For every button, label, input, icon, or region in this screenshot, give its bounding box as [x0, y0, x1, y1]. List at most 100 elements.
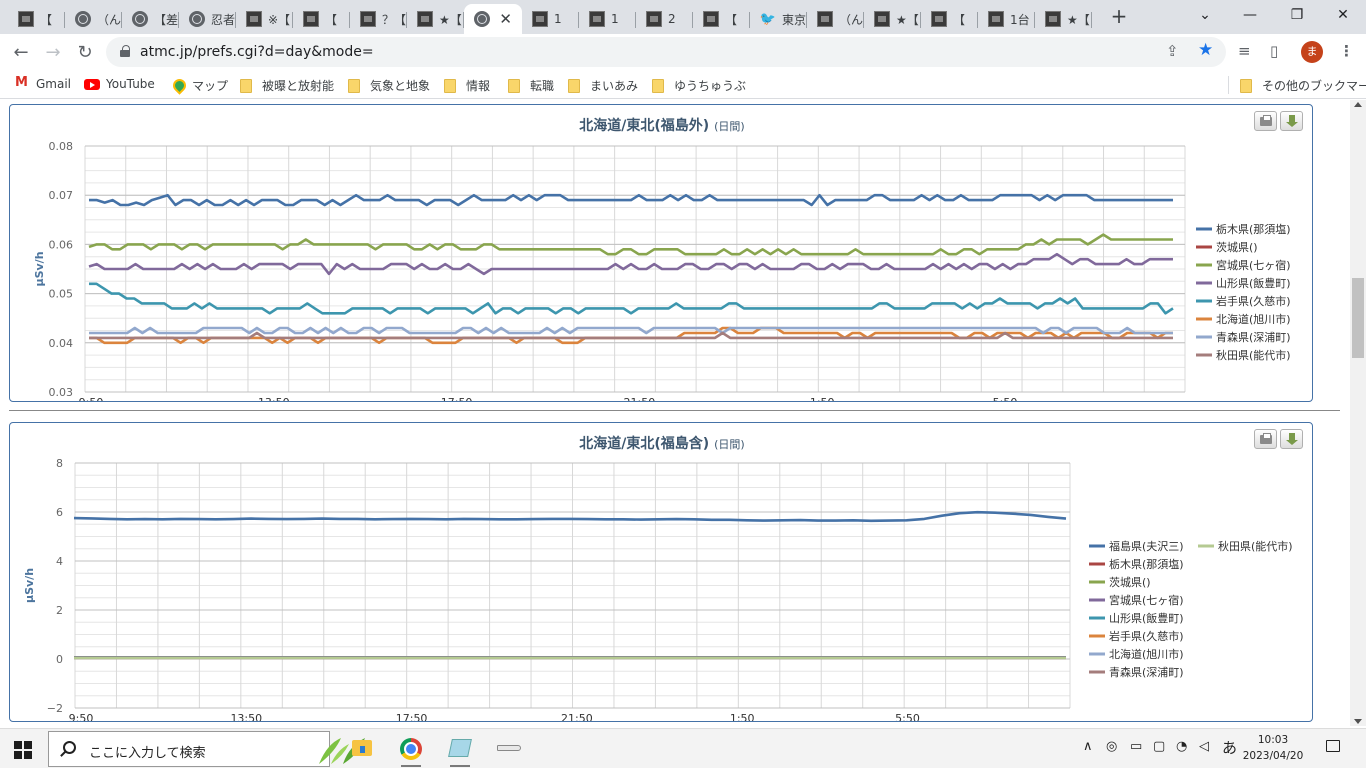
- browser-tab[interactable]: 1: [522, 4, 579, 34]
- tab-separator: [1091, 12, 1092, 28]
- legend-entry: 秋田県(能代市): [1218, 539, 1293, 553]
- bookmark-item[interactable]: 転職: [508, 77, 554, 94]
- bookmark-label: ゆうちゅうぶ: [674, 79, 747, 93]
- browser-tab[interactable]: 【: [293, 4, 350, 34]
- close-window-button[interactable]: ✕: [1328, 4, 1358, 28]
- scroll-up-icon[interactable]: [1354, 102, 1362, 107]
- tray-battery-icon[interactable]: ▭: [1130, 739, 1142, 754]
- browser-tab[interactable]: ★【: [1035, 4, 1092, 34]
- bookmark-item[interactable]: 気象と地象: [348, 77, 430, 94]
- bookmark-label: マップ: [192, 79, 229, 93]
- page-scrollbar[interactable]: [1350, 100, 1366, 726]
- windows-start-icon[interactable]: [14, 741, 32, 759]
- browser-tab[interactable]: 忍者: [179, 4, 236, 34]
- site-favicon: [246, 11, 262, 27]
- notes-app-icon: [448, 739, 472, 757]
- legend-entry: 北海道(旭川市): [1216, 312, 1291, 326]
- taskbar-plane-app[interactable]: [489, 733, 529, 767]
- browser-tab[interactable]: 【: [921, 4, 978, 34]
- browser-tab[interactable]: （ん: [65, 4, 122, 34]
- y-tick-label: 0.06: [49, 238, 74, 251]
- bookmark-item[interactable]: YouTube: [84, 77, 155, 91]
- address-bar[interactable]: atmc.jp/prefs.cgi?d=day&mode= ⇪ ★: [106, 37, 1226, 67]
- site-favicon: [589, 11, 605, 27]
- reading-list-icon[interactable]: ≡: [1238, 42, 1251, 60]
- share-icon[interactable]: ⇪: [1166, 42, 1179, 60]
- chart-panel-fukushima-included: 北海道/東北(福島含) (日間) −2 0 2 4 6 8 9:50 13:50 17:50 21…: [9, 422, 1313, 722]
- bookmark-star-icon[interactable]: ★: [1198, 40, 1213, 60]
- browser-tab[interactable]: 【差: [122, 4, 179, 34]
- other-bookmarks[interactable]: その他のブックマーク: [1240, 77, 1366, 94]
- scroll-down-icon[interactable]: [1354, 719, 1362, 724]
- tray-display-icon[interactable]: ▢: [1153, 739, 1165, 754]
- y-tick-label: 0.03: [49, 386, 74, 399]
- folder-icon: [444, 78, 456, 93]
- notification-center-icon[interactable]: [1326, 740, 1340, 752]
- browser-tab[interactable]: ※【: [236, 4, 293, 34]
- close-tab-icon[interactable]: ✕: [499, 10, 512, 28]
- chart-fukushima-included: −2 0 2 4 6 8 9:50 13:50 17:50 21:50 1:50 5:50 μSv/h 福…: [23, 457, 1293, 721]
- reload-button[interactable]: ↻: [72, 40, 98, 66]
- folder-icon: [652, 78, 664, 93]
- bookmark-label: 転職: [530, 79, 555, 93]
- tab-label: 東京: [782, 12, 807, 27]
- globe-icon: [474, 11, 490, 27]
- bookmark-item[interactable]: マップ: [170, 77, 228, 94]
- tray-volume-icon[interactable]: ◁: [1199, 739, 1209, 754]
- bookmark-item[interactable]: まいあみ: [568, 77, 638, 94]
- tab-label: ★【: [896, 12, 919, 27]
- browser-tab[interactable]: 【: [8, 4, 65, 34]
- menu-kebab-icon[interactable]: ⋮: [1339, 42, 1354, 60]
- tray-wifi-icon[interactable]: ◔: [1176, 739, 1187, 754]
- tab-label: 1: [554, 12, 562, 26]
- tab-label: ？【: [382, 12, 407, 27]
- browser-tab[interactable]: ★【: [864, 4, 921, 34]
- browser-tab[interactable]: ★【: [407, 4, 464, 34]
- side-panel-icon[interactable]: ▯: [1270, 42, 1278, 60]
- bookmark-item[interactable]: 被曝と放射能: [240, 77, 334, 94]
- bookmark-label: 情報: [466, 79, 491, 93]
- forward-button[interactable]: →: [40, 40, 66, 66]
- twitter-icon: 🐦: [759, 11, 777, 27]
- browser-tab[interactable]: ？【: [350, 4, 407, 34]
- browser-tab[interactable]: ✕: [464, 4, 522, 34]
- browser-tab[interactable]: （ん: [807, 4, 864, 34]
- bookmarks-bar: その他のブックマーク Gmail YouTube マップ 被曝と放射能 気象と地象 情報 転…: [0, 70, 1366, 99]
- back-button[interactable]: ←: [8, 40, 34, 66]
- tab-label: 【差: [154, 12, 179, 27]
- bookmark-item[interactable]: ゆうちゅうぶ: [652, 77, 746, 94]
- y-tick-label: 6: [56, 506, 63, 519]
- scrollbar-thumb[interactable]: [1352, 278, 1364, 358]
- address-url[interactable]: atmc.jp/prefs.cgi?d=day&mode=: [140, 44, 374, 60]
- browser-tab[interactable]: 🐦 東京: [750, 4, 807, 34]
- taskbar-clock[interactable]: 10:03 2023/04/20: [1242, 732, 1304, 764]
- folder-icon: [508, 78, 520, 93]
- tab-search-button[interactable]: ⌄: [1190, 4, 1220, 28]
- chrome-icon: [400, 738, 422, 760]
- restore-button[interactable]: ❐: [1282, 4, 1312, 28]
- y-tick-label: 2: [56, 604, 63, 617]
- folder-icon: [1240, 78, 1252, 93]
- x-tick-label: 1:50: [730, 712, 755, 721]
- site-favicon: [703, 11, 719, 27]
- taskbar-file-explorer[interactable]: [342, 733, 382, 767]
- x-tick-label: 1:50: [810, 396, 835, 401]
- taskbar-notes-app[interactable]: [440, 733, 480, 767]
- browser-tab[interactable]: 2: [636, 4, 693, 34]
- new-tab-button[interactable]: +: [1108, 6, 1130, 28]
- tray-ime-indicator[interactable]: あ: [1222, 737, 1237, 758]
- tab-label: 【: [725, 12, 738, 27]
- legend-entry: 青森県(深浦町): [1109, 665, 1184, 679]
- browser-tab[interactable]: 【: [693, 4, 750, 34]
- tab-label: ★【: [439, 12, 462, 27]
- taskbar-search-box[interactable]: ここに入力して検索: [48, 731, 365, 767]
- browser-tab[interactable]: 1台: [978, 4, 1035, 34]
- browser-tab[interactable]: 1: [579, 4, 636, 34]
- profile-avatar[interactable]: ま: [1301, 41, 1323, 63]
- taskbar-chrome[interactable]: [391, 733, 431, 767]
- tray-chevron-up-icon[interactable]: ∧: [1083, 739, 1093, 754]
- bookmark-item[interactable]: 情報: [444, 77, 490, 94]
- minimize-button[interactable]: —: [1235, 4, 1265, 28]
- tray-meet-icon[interactable]: ◎: [1106, 739, 1117, 754]
- bookmark-item[interactable]: Gmail: [14, 75, 71, 91]
